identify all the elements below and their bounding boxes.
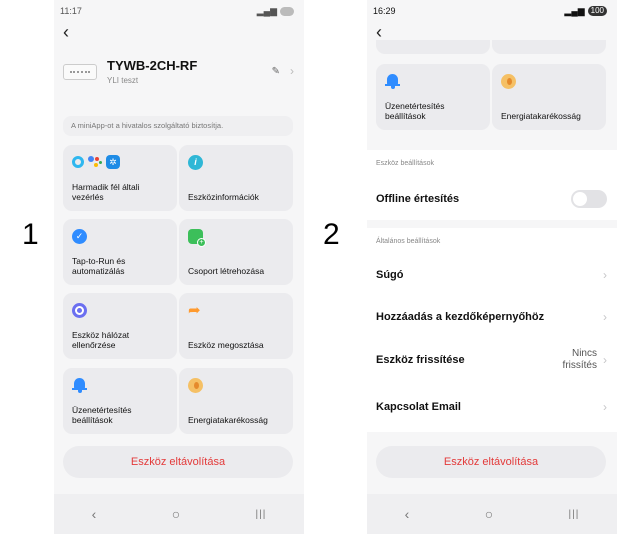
- chevron-right-icon: ›: [603, 353, 607, 367]
- row-device-update[interactable]: Eszköz frissítése Nincs frissítés ›: [376, 343, 607, 377]
- energy-icon: [188, 378, 203, 393]
- row-contact-email[interactable]: Kapcsolat Email ›: [376, 390, 607, 424]
- back-button[interactable]: ‹: [63, 22, 69, 43]
- nav-home-button[interactable]: ○: [172, 506, 180, 522]
- device-name: TYWB-2CH-RF: [107, 58, 198, 73]
- offline-notification-row: Offline értesítés: [376, 182, 607, 216]
- tile-cutoff-left: [376, 40, 490, 54]
- google-assistant-icon: [88, 156, 102, 168]
- network-icon: [72, 303, 87, 318]
- screen-marker-1: 1: [22, 218, 39, 251]
- section-title-general: Általános beállítások: [376, 238, 441, 245]
- status-bar: 11:17 ▂▄▆: [60, 4, 294, 18]
- nav-recents-button[interactable]: |||: [256, 509, 267, 520]
- tile-cutoff-right: [492, 40, 606, 54]
- group-add-icon: +: [188, 229, 206, 247]
- phone-screen-2: 16:29 ▂▄▆ 100 ‹ Üzenetértesítés beállítá…: [367, 0, 617, 534]
- info-icon: i: [188, 155, 203, 170]
- status-icons: ▂▄▆: [257, 6, 294, 17]
- smartthings-icon: ✲: [106, 155, 120, 169]
- chevron-right-icon: ›: [603, 268, 607, 282]
- status-icons: ▂▄▆ 100: [564, 6, 607, 17]
- tile-notification-settings[interactable]: Üzenetértesítés beállítások: [63, 368, 177, 434]
- tile-energy-saving[interactable]: Energiatakarékosság: [179, 368, 293, 434]
- tile-label: Energiatakarékosság: [501, 111, 581, 121]
- tile-label: Tap-to-Run és automatizálás: [72, 256, 126, 276]
- tile-label: Harmadik fél általi vezérlés: [72, 182, 140, 202]
- tile-tap-to-run[interactable]: ✓ Tap-to-Run és automatizálás: [63, 219, 177, 285]
- tile-label: Csoport létrehozása: [188, 266, 265, 276]
- status-bar: 16:29 ▂▄▆ 100: [373, 4, 607, 18]
- device-owner: YLI teszt: [107, 76, 139, 85]
- tile-label: Eszköz hálózat ellenőrzése: [72, 330, 130, 350]
- tile-energy-saving[interactable]: Energiatakarékosság: [492, 64, 606, 130]
- device-header[interactable]: TYWB-2CH-RF YLI teszt ✎ ›: [63, 56, 294, 90]
- offline-notification-label: Offline értesítés: [376, 193, 460, 205]
- edit-icon[interactable]: ✎: [272, 66, 280, 77]
- tile-notification-settings[interactable]: Üzenetértesítés beállítások: [376, 64, 490, 130]
- provider-banner-text: A miniApp-ot a hivatalos szolgáltató biz…: [71, 121, 224, 130]
- section-title-device: Eszköz beállítások: [376, 160, 434, 167]
- nav-back-button[interactable]: ‹: [405, 506, 410, 522]
- screen-marker-2: 2: [323, 218, 340, 251]
- row-label: Kapcsolat Email: [376, 401, 461, 413]
- tile-label: Energiatakarékosság: [188, 415, 268, 425]
- row-label: Súgó: [376, 269, 404, 281]
- chevron-right-icon: ›: [603, 400, 607, 414]
- battery-icon: 100: [587, 6, 607, 16]
- automation-check-icon: ✓: [72, 229, 87, 244]
- nav-back-button[interactable]: ‹: [92, 506, 97, 522]
- chevron-right-icon: ›: [603, 310, 607, 324]
- canvas: 1 2 11:17 ▂▄▆ ‹ TYWB-2CH-RF YLI teszt ✎ …: [0, 0, 622, 534]
- nav-recents-button[interactable]: |||: [569, 509, 580, 520]
- row-add-to-home[interactable]: Hozzáadás a kezdőképernyőhöz ›: [376, 300, 607, 334]
- offline-notification-toggle[interactable]: [571, 190, 607, 208]
- row-label: Hozzáadás a kezdőképernyőhöz: [376, 311, 545, 323]
- provider-banner: A miniApp-ot a hivatalos szolgáltató biz…: [63, 116, 293, 136]
- signal-icon: ▂▄▆: [564, 5, 585, 16]
- system-nav-bar: ‹ ○ |||: [367, 494, 617, 534]
- tile-label: Üzenetértesítés beállítások: [385, 101, 445, 121]
- tile-third-party-control[interactable]: ✲ Harmadik fél általi vezérlés: [63, 145, 177, 211]
- phone-screen-1: 11:17 ▂▄▆ ‹ TYWB-2CH-RF YLI teszt ✎ › A …: [54, 0, 304, 534]
- row-label: Eszköz frissítése: [376, 354, 465, 366]
- row-help[interactable]: Súgó ›: [376, 258, 607, 292]
- device-thumbnail-icon: [63, 64, 97, 80]
- general-settings-section: Általános beállítások Súgó › Hozzáadás a…: [367, 228, 617, 432]
- bell-icon: [385, 74, 400, 89]
- signal-icon: ▂▄▆: [256, 5, 277, 16]
- alexa-icon: [72, 156, 84, 168]
- update-status-value: Nincs frissítés: [562, 348, 597, 371]
- tile-label: Üzenetértesítés beállítások: [72, 405, 132, 425]
- remove-device-button[interactable]: Eszköz eltávolítása: [376, 446, 606, 478]
- device-settings-section: Eszköz beállítások Offline értesítés: [367, 150, 617, 220]
- tile-create-group[interactable]: + Csoport létrehozása: [179, 219, 293, 285]
- remove-device-button[interactable]: Eszköz eltávolítása: [63, 446, 293, 478]
- battery-icon: [280, 6, 294, 16]
- nav-home-button[interactable]: ○: [485, 506, 493, 522]
- assistant-icons: ✲: [72, 155, 120, 169]
- tile-network-check[interactable]: Eszköz hálózat ellenőrzése: [63, 293, 177, 359]
- energy-icon: [501, 74, 516, 89]
- share-arrow-icon: ➦: [188, 302, 201, 319]
- system-nav-bar: ‹ ○ |||: [54, 494, 304, 534]
- chevron-right-icon: ›: [290, 64, 294, 78]
- tile-share-device[interactable]: ➦ Eszköz megosztása: [179, 293, 293, 359]
- tile-label: Eszközinformációk: [188, 192, 259, 202]
- bell-icon: [72, 378, 87, 393]
- tile-device-info[interactable]: i Eszközinformációk: [179, 145, 293, 211]
- tile-label: Eszköz megosztása: [188, 340, 264, 350]
- status-time: 11:17: [60, 6, 82, 16]
- status-time: 16:29: [373, 6, 396, 16]
